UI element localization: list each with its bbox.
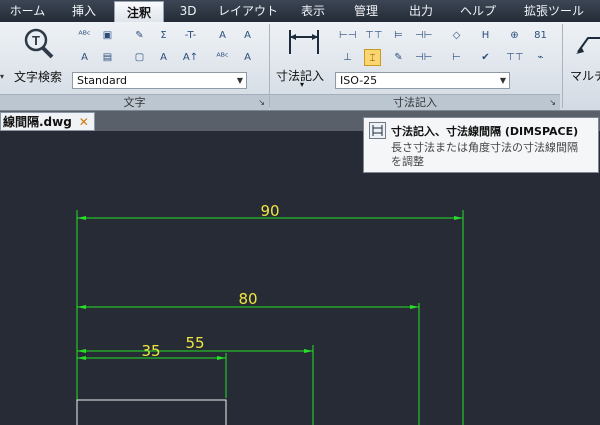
panel-separator	[562, 24, 563, 108]
dim-style-value: ISO-25	[340, 74, 378, 87]
tab-3d[interactable]: 3D	[168, 0, 208, 22]
inspect-dim-icon[interactable]: ⊢	[448, 49, 465, 66]
spell-check-icon[interactable]: ᴬᴮᶜ	[76, 27, 93, 44]
tab-home[interactable]: ホーム	[0, 0, 55, 22]
arrowhead	[217, 356, 226, 360]
ribbon: T 文字検索 ▾ ᴬᴮᶜ ▣ ✎ Σ -T- A A A ▤ ▢ A A↑ ᴬᴮ…	[0, 22, 600, 111]
find-text-label: 文字検索	[14, 70, 63, 84]
dimension-icon	[289, 30, 319, 54]
dimension-panel-title-label: 寸法記入	[393, 96, 437, 109]
multileader-icon	[576, 37, 600, 54]
drawing-rectangle[interactable]	[76, 399, 227, 425]
close-icon[interactable]: ✕	[79, 113, 89, 132]
chevron-down-icon: ▼	[236, 76, 243, 85]
justify-icon[interactable]: A	[239, 27, 256, 44]
dim-jog-icon[interactable]: ⌁	[532, 49, 549, 66]
dim-update-icon[interactable]: ✔	[477, 49, 494, 66]
arrowhead	[77, 349, 86, 353]
quick-dim-icon[interactable]: ⊢⊣	[339, 27, 356, 44]
dimension-text-55: 55	[185, 334, 204, 352]
panel-dropdown-arrow[interactable]: ▾	[0, 72, 4, 81]
text-to-front-icon[interactable]: A↑	[182, 49, 199, 66]
dimension-button[interactable]: 寸法記入 ▾	[274, 26, 334, 92]
edit-text-icon[interactable]: ▣	[99, 27, 116, 44]
dimension-panel-title: 寸法記入 ↘	[270, 94, 560, 110]
tab-view[interactable]: 表示	[290, 0, 336, 22]
tooltip: 寸法記入、寸法線間隔 (DIMSPACE) 長さ寸法または角度寸法の寸法線間隔を…	[363, 117, 599, 173]
mtext-icon[interactable]: ▤	[99, 49, 116, 66]
oblique-icon[interactable]: ◇	[448, 27, 465, 44]
text-style-value: Standard	[77, 74, 128, 87]
document-tab-name: 線間隔.dwg	[3, 115, 72, 129]
multileader-label: マルチ	[570, 69, 600, 83]
tolerance-icon[interactable]: ⊣⊢	[415, 49, 432, 66]
dim-space-icon[interactable]: ⌶	[364, 49, 381, 66]
panel-launcher-icon[interactable]: ↘	[258, 95, 265, 110]
jog-line-icon[interactable]: ⊤⊤	[506, 49, 523, 66]
ordinate-dim-icon[interactable]: ⊥	[339, 49, 356, 66]
document-tab[interactable]: 線間隔.dwg ✕	[0, 112, 95, 131]
arc-text-icon[interactable]: ᴬᴮᶜ	[214, 49, 231, 66]
dim-text-edit-icon[interactable]: ✎	[390, 49, 407, 66]
arrowhead	[454, 216, 463, 220]
dim-space-icon	[369, 122, 386, 139]
tab-layout[interactable]: レイアウト	[212, 0, 284, 22]
convert-text-icon[interactable]: A	[239, 49, 256, 66]
find-text-icon: T	[24, 28, 54, 59]
panel-launcher-icon[interactable]: ↘	[549, 95, 556, 110]
sum-icon[interactable]: Σ	[155, 27, 172, 44]
tooltip-title: 寸法記入、寸法線間隔 (DIMSPACE)	[391, 125, 579, 138]
baseline-dim-icon[interactable]: ⊨	[390, 27, 407, 44]
text-panel-title: 文字 ↘	[0, 94, 269, 110]
arrowhead	[77, 216, 86, 220]
ribbon-tab-bar: ホーム 挿入 注釈 3D レイアウト 表示 管理 出力 ヘルプ 拡張ツール	[0, 0, 600, 22]
tab-annotate[interactable]: 注釈	[114, 1, 164, 22]
dim-style-select[interactable]: ISO-25 ▼	[335, 72, 510, 89]
tab-help[interactable]: ヘルプ	[452, 0, 504, 22]
drawing-canvas[interactable]: 90 80 55 35	[0, 131, 600, 425]
scale-text-icon[interactable]: ▢	[131, 49, 148, 66]
tab-insert[interactable]: 挿入	[58, 0, 110, 22]
center-mark-icon[interactable]: ⊕	[506, 27, 523, 44]
arrowhead	[410, 305, 419, 309]
drawing-svg: 90 80 55 35	[76, 202, 464, 425]
dimension-text-80: 80	[238, 290, 257, 308]
continue-dim-icon[interactable]: ⊤⊤	[365, 27, 382, 44]
text-frame-icon[interactable]: A	[155, 49, 172, 66]
dim-break-icon[interactable]: ⊣⊢	[415, 27, 432, 44]
text-panel-title-label: 文字	[123, 96, 146, 109]
text-align-icon[interactable]: -T-	[182, 27, 199, 44]
tab-output[interactable]: 出力	[396, 0, 446, 22]
arrowhead	[77, 356, 86, 360]
dimension-text-90: 90	[260, 202, 279, 220]
text-height-icon[interactable]: A	[214, 27, 231, 44]
arrowhead	[77, 305, 86, 309]
tooltip-description: 長さ寸法または角度寸法の寸法線間隔を調整	[391, 141, 578, 168]
arrowhead	[304, 349, 313, 353]
svg-text:T: T	[32, 33, 40, 48]
dim-italic-icon[interactable]: H	[477, 27, 494, 44]
find-text-button[interactable]: T 文字検索	[6, 26, 70, 88]
text-style-select[interactable]: Standard ▼	[72, 72, 247, 89]
tab-manage[interactable]: 管理	[341, 0, 391, 22]
dimension-dropdown-arrow: ▾	[300, 80, 305, 89]
chevron-down-icon: ▼	[499, 76, 506, 85]
text-edit-icon[interactable]: ✎	[131, 27, 148, 44]
dimension-text-35: 35	[141, 342, 160, 360]
tab-extension-tools[interactable]: 拡張ツール	[508, 0, 600, 22]
multileader-button[interactable]: マルチ	[566, 26, 600, 92]
single-line-text-icon[interactable]: A	[76, 49, 93, 66]
dim-reassociate-icon[interactable]: 81	[532, 27, 549, 44]
